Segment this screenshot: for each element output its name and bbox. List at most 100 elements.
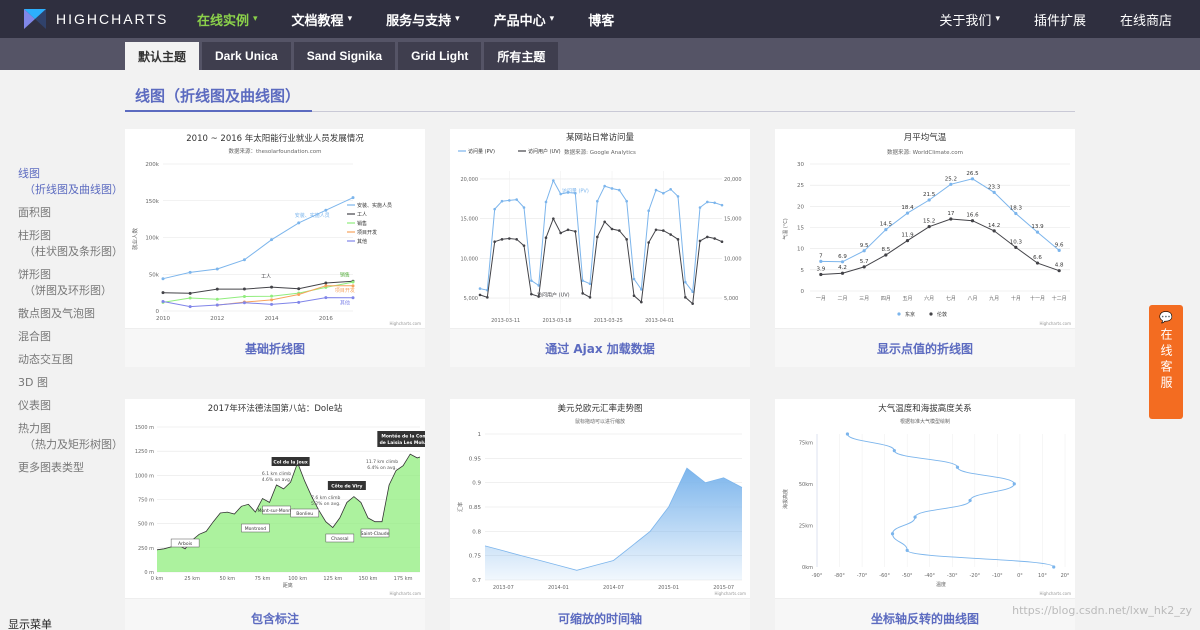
- chart-type-sidebar: 线图 （折线图及曲线图） 面积图柱形图 （柱状图及条形图） 饼形图 （饼图及环形图） 散点图…: [18, 166, 123, 483]
- card-caption[interactable]: 包含标注: [125, 599, 425, 630]
- nav-item-0[interactable]: 在线实例 ▾: [197, 10, 258, 29]
- data-label: 5.7: [860, 259, 869, 265]
- data-label: 18.3: [1010, 206, 1023, 212]
- sidebar-item-6[interactable]: 动态交互图: [18, 352, 118, 368]
- theme-tab-2[interactable]: Sand Signika: [293, 42, 396, 70]
- card-ajax-line[interactable]: 某网站日常访问量 数据来源: Google Analytics 访问量 (PV) 访问…: [450, 129, 750, 367]
- data-point: [892, 449, 896, 453]
- chart-credit: Highcharts.com: [390, 591, 422, 596]
- data-point: [618, 229, 621, 232]
- chat-bubble-icon: 💬: [1159, 311, 1173, 324]
- data-point: [654, 188, 658, 192]
- data-point: [905, 548, 909, 552]
- data-point: [647, 209, 650, 213]
- nav-item-1[interactable]: 文档教程 ▾: [292, 10, 353, 29]
- chevron-down-icon: ▾: [549, 14, 555, 24]
- data-point: [161, 291, 165, 295]
- sidebar-item-8[interactable]: 仪表图: [18, 398, 118, 414]
- chart-annotations[interactable]: 2017年环法德法国第八站：Dole站 0 m 250 m 500 m 750 m 100…: [125, 399, 425, 599]
- series-line-4: [162, 297, 354, 308]
- card-caption[interactable]: 显示点值的折线图: [775, 329, 1075, 367]
- data-point: [684, 280, 687, 284]
- y-tick-label: 250 m: [138, 546, 154, 552]
- chart-labeled-line[interactable]: 月平均气温 数据来源: WorldClimate.com 0 5 10 15 20 25 30 一…: [775, 129, 1075, 329]
- data-point: [581, 292, 584, 295]
- sidebar-item-4[interactable]: 散点图及气泡图: [18, 306, 118, 322]
- y-tick-label: 1500 m: [135, 425, 154, 431]
- show-menu-link[interactable]: 显示菜单: [8, 616, 52, 630]
- theme-tab-0[interactable]: 默认主题: [125, 42, 200, 70]
- theme-tab-1[interactable]: Dark Unica: [202, 42, 291, 70]
- data-point: [610, 227, 614, 231]
- data-point: [913, 515, 917, 519]
- data-point: [706, 200, 709, 204]
- highcharts-logo[interactable]: HIGHCHARTS: [22, 6, 197, 32]
- sidebar-item-3[interactable]: 饼形图 （饼图及环形图）: [18, 267, 118, 299]
- data-point: [522, 244, 526, 247]
- nav-right-item-0[interactable]: 关于我们 ▾: [939, 10, 1000, 29]
- data-point: [161, 277, 165, 281]
- x-tick-label: 0°: [1017, 573, 1023, 579]
- x-tick-label: -20°: [969, 573, 980, 579]
- y-tick-label: 150k: [145, 199, 159, 205]
- data-point: [1035, 230, 1040, 234]
- x-tick-label: -10°: [992, 573, 1003, 579]
- data-label: 4.2: [838, 265, 847, 271]
- online-service-button[interactable]: 💬 在线客服: [1149, 305, 1183, 419]
- chart-inverted-axis[interactable]: 大气温度和海拔高度关系 根据标准大气模型绘制 0km 25km 50km 75km -90°…: [775, 399, 1075, 599]
- chart-basic-line[interactable]: 2010 ~ 2016 年太阳能行业就业人员发展情况 数据来源：thesolarf…: [125, 129, 425, 329]
- data-point: [215, 287, 219, 291]
- data-label: 6.6: [1033, 255, 1042, 261]
- y-tick-label: 20,000: [461, 177, 479, 183]
- nav-item-label: 产品中心: [493, 13, 546, 29]
- theme-tab-3[interactable]: Grid Light: [398, 42, 482, 70]
- data-point: [862, 249, 866, 253]
- nav-item-2[interactable]: 服务与支持 ▾: [386, 10, 460, 29]
- sidebar-item-10[interactable]: 更多图表类型: [18, 460, 118, 476]
- card-basic-line[interactable]: 2010 ~ 2016 年太阳能行业就业人员发展情况 数据来源：thesolarf…: [125, 129, 425, 367]
- data-point: [968, 498, 972, 503]
- card-annotations[interactable]: 2017年环法德法国第八站：Dole站 0 m 250 m 500 m 750 m 100…: [125, 399, 425, 630]
- legend-item-1: 工人: [357, 212, 367, 218]
- chart-subtitle: 数据来源：thesolarfoundation.com: [228, 147, 321, 155]
- data-point: [552, 217, 555, 220]
- data-label: 16.6: [966, 213, 979, 219]
- nav-item-4[interactable]: 博客: [588, 10, 614, 29]
- annotation-label: Montrond: [245, 526, 267, 532]
- sidebar-item-9[interactable]: 热力图 （热力及矩形树图）: [18, 421, 123, 453]
- annotation-label: Saint-Claude: [361, 531, 390, 537]
- data-label: 9.6: [1055, 242, 1064, 248]
- nav-right-item-2[interactable]: 在线商店: [1120, 10, 1172, 29]
- card-caption[interactable]: 基础折线图: [125, 329, 425, 367]
- nav-right-item-1[interactable]: 插件扩展: [1034, 10, 1086, 29]
- data-label: 14.2: [988, 223, 1000, 229]
- sidebar-item-7[interactable]: 3D 图: [18, 375, 118, 391]
- sidebar-item-2[interactable]: 柱形图 （柱状图及条形图）: [18, 228, 123, 260]
- theme-tab-4[interactable]: 所有主题: [484, 42, 559, 70]
- card-zoomable-time[interactable]: 美元兑欧元汇率走势图 鼠标拖动可以进行缩放 0.7 0.75 0.8 0.85 0.9 0.9…: [450, 399, 750, 630]
- series-label: 工人: [261, 274, 271, 280]
- chart-zoomable-time[interactable]: 美元兑欧元汇率走势图 鼠标拖动可以进行缩放 0.7 0.75 0.8 0.85 0.9 0.9…: [450, 399, 750, 599]
- card-labeled-line[interactable]: 月平均气温 数据来源: WorldClimate.com 0 5 10 15 20 25 30 一…: [775, 129, 1075, 367]
- data-point: [324, 296, 328, 300]
- data-label: 3.9: [816, 266, 825, 272]
- sidebar-item-1[interactable]: 面积图: [18, 205, 118, 221]
- card-inverted-axis[interactable]: 大气温度和海拔高度关系 根据标准大气模型绘制 0km 25km 50km 75km -90°…: [775, 399, 1075, 630]
- sidebar-item-0[interactable]: 线图 （折线图及曲线图）: [18, 166, 123, 198]
- sidebar-item-label: 饼形图: [18, 268, 51, 281]
- y-tick-label: 10,000: [461, 256, 479, 262]
- data-point: [1057, 248, 1061, 252]
- chart-ajax-line[interactable]: 某网站日常访问量 数据来源: Google Analytics 访问量 (PV) 访问…: [450, 129, 750, 329]
- y-tick-label: 20,000: [724, 177, 742, 183]
- annotation-label: Montée de la Combe: [381, 433, 425, 440]
- data-point: [603, 184, 606, 188]
- card-caption[interactable]: 可缩放的时间轴: [450, 599, 750, 630]
- card-caption[interactable]: 通过 Ajax 加载数据: [450, 329, 750, 367]
- data-point: [1052, 565, 1056, 569]
- data-label: 6.9: [838, 254, 847, 260]
- y-tick-label: 15: [797, 226, 804, 232]
- watermark-url: https://blog.csdn.net/lxw_hk2_zy: [1012, 604, 1192, 617]
- sidebar-item-5[interactable]: 混合图: [18, 329, 118, 345]
- nav-item-3[interactable]: 产品中心 ▾: [494, 10, 555, 29]
- series-line-1: [479, 217, 723, 305]
